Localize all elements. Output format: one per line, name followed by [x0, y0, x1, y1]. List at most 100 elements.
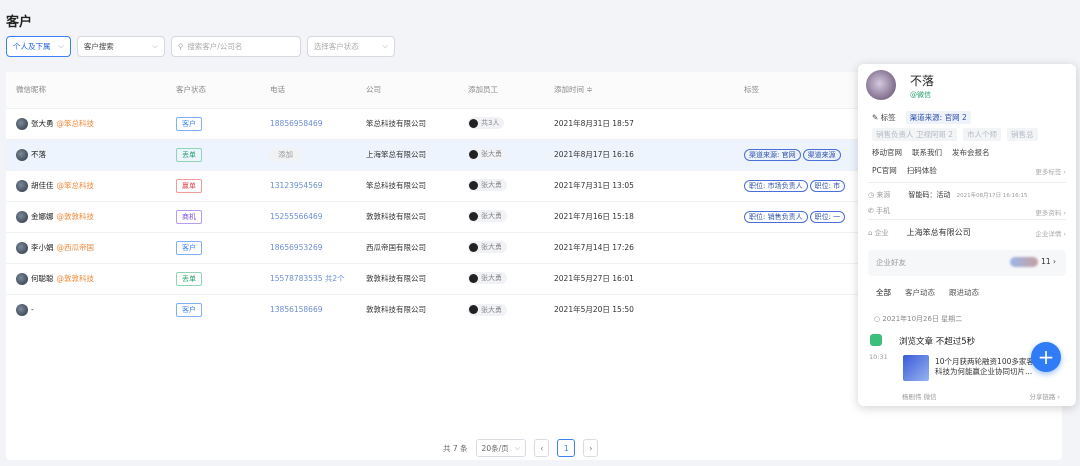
- chevron-down-icon: ⌵: [58, 42, 64, 50]
- company-name: 笨总科技有限公司: [356, 107, 458, 139]
- add-time: 2021年8月31日 18:57: [544, 107, 734, 139]
- avatar: [469, 180, 478, 190]
- chevron-down-icon: ⌵: [514, 443, 521, 452]
- source-value: 智能码：活动: [908, 191, 951, 199]
- add-time: 2021年7月16日 15:18: [544, 200, 734, 232]
- action-chip[interactable]: 移动官网: [872, 147, 902, 158]
- search-placeholder: 搜索客户/公司名: [187, 42, 243, 51]
- status-badge: 客户: [176, 116, 202, 131]
- source-field: ◷ 来源 智能码：活动 2021年08月17日 16:16:15: [868, 190, 1028, 200]
- avatar: [469, 118, 478, 128]
- company-name: 敦敦科技有限公司: [356, 200, 458, 232]
- avatar: [469, 211, 478, 221]
- nick-name: 胡佳佳: [31, 181, 54, 190]
- activity-tabs: 全部 客户动态 跟进动态: [876, 287, 979, 298]
- add-time: 2021年5月20日 15:50: [544, 293, 734, 325]
- company-detail-link[interactable]: 企业详情 ›: [1035, 228, 1066, 238]
- search-icon: ⚲: [177, 42, 184, 51]
- phone-number: 18656953269: [270, 243, 323, 252]
- label-chip[interactable]: 职位: 市: [809, 179, 846, 192]
- label-chip[interactable]: 职位: 一: [809, 210, 846, 223]
- tab-all[interactable]: 全部: [876, 287, 891, 298]
- label-chip[interactable]: 渠道来源: 官网: [744, 148, 801, 161]
- tab-customer-activity[interactable]: 客户动态: [905, 287, 935, 298]
- page-size-label: 20条/页: [481, 443, 509, 453]
- scope-select[interactable]: 个人及下属 ⌵: [6, 36, 71, 57]
- next-page-button[interactable]: ›: [583, 439, 599, 457]
- add-time: 2021年8月17日 16:16: [544, 138, 734, 170]
- action-chip[interactable]: PC官网: [872, 165, 897, 176]
- col-time[interactable]: 添加时间 ≑: [544, 72, 734, 108]
- phone-number: 13856158669: [270, 305, 323, 315]
- staff-name: 张大勇: [481, 150, 502, 159]
- add-button[interactable]: +: [1031, 342, 1061, 372]
- phone-number: 18856958469: [270, 119, 323, 128]
- action-chip[interactable]: 发布会报名: [952, 147, 990, 158]
- company-name: 敦敦科技有限公司: [356, 262, 458, 294]
- page-1-button[interactable]: 1: [557, 439, 576, 457]
- enterprise-friends[interactable]: 企业好友 11 ›: [868, 250, 1066, 276]
- source-time: 2021年08月17日 16:16:15: [956, 193, 1028, 199]
- nick-name: 金娜娜: [31, 212, 54, 221]
- search-type-select[interactable]: 客户搜索 ⌵: [76, 36, 165, 57]
- tag-edit-button[interactable]: ✎ 标签: [872, 112, 896, 123]
- customer-name: 不落: [910, 74, 935, 88]
- blur-tag-row: 销售负责人 卫视阿哥 2 市人个师 销售总: [872, 128, 1038, 141]
- corp-name: @敦敦科技: [56, 274, 95, 283]
- col-nick: 微信昵称: [6, 72, 166, 108]
- tab-followup[interactable]: 跟进动态: [949, 287, 979, 298]
- page-size-select[interactable]: 20条/页 ⌵: [475, 439, 527, 457]
- label-chip[interactable]: 职位: 销售负责人: [744, 210, 808, 223]
- source-key: ◷ 来源: [868, 191, 891, 199]
- action-tag-row-2: PC官网 扫码体验: [872, 165, 937, 176]
- event-user: 杨剧伟 微信: [902, 393, 937, 401]
- add-time: 2021年5月27日 16:01: [544, 262, 734, 294]
- company-name: 笨总科技有限公司: [356, 169, 458, 201]
- search-input[interactable]: ⚲ 搜索客户/公司名: [170, 36, 301, 57]
- filter-bar: 个人及下属 ⌵ 客户搜索 ⌵ ⚲ 搜索客户/公司名 选择客户状态 ⌵: [6, 36, 395, 58]
- staff-name: 张大勇: [481, 274, 502, 283]
- prev-page-button[interactable]: ‹: [534, 439, 550, 457]
- corp-name: @笨总科技: [56, 119, 95, 128]
- company-key: ⌂ 企业: [868, 229, 889, 237]
- phone-number: 13123954569: [270, 181, 323, 190]
- label-chip[interactable]: 渠道来源: [802, 148, 841, 161]
- nick-name: 不落: [31, 150, 46, 159]
- nick-name: 何聪聪: [31, 274, 54, 283]
- company-value: 上海笨总有限公司: [906, 228, 971, 237]
- avatar: [16, 241, 28, 254]
- status-select[interactable]: 选择客户状态 ⌵: [306, 36, 395, 57]
- corp-name: @西瓜帝国: [56, 243, 95, 252]
- divider: [868, 182, 1066, 183]
- company-name: 敦敦科技有限公司: [356, 293, 458, 325]
- label-chip[interactable]: 职位: 市场负责人: [744, 179, 808, 192]
- tag-chip[interactable]: 销售总: [1007, 128, 1038, 141]
- staff-name: 张大勇: [481, 181, 502, 190]
- nick-name: 李小娟: [31, 243, 54, 252]
- pager-total: 共 7 条: [443, 443, 468, 453]
- action-chip[interactable]: 扫码体验: [907, 165, 937, 176]
- wechat-badge: @微信: [910, 91, 931, 99]
- status-badge: 客户: [176, 302, 202, 317]
- tag-chip[interactable]: 市人个师: [963, 128, 1002, 141]
- more-tags-link[interactable]: 更多标签 ›: [1035, 166, 1066, 176]
- share-link[interactable]: 分享链路 ›: [1029, 391, 1060, 401]
- tag-chip[interactable]: 销售负责人 卫视阿哥 2: [872, 128, 958, 141]
- avatar: [16, 179, 28, 192]
- timeline-date: ○ 2021年10月26日 星期二: [874, 315, 963, 323]
- tag-chip[interactable]: 渠道来源: 官网 2: [905, 111, 971, 124]
- chevron-down-icon: ⌵: [382, 42, 388, 50]
- search-type-label: 客户搜索: [83, 42, 114, 51]
- phone-field: ✆ 手机: [868, 206, 890, 216]
- add-time: 2021年7月31日 13:05: [544, 169, 734, 201]
- company-name: 上海笨总有限公司: [356, 138, 458, 170]
- action-chip[interactable]: 联系我们: [912, 147, 942, 158]
- col-staff[interactable]: 添加员工: [458, 72, 544, 108]
- add-phone-button[interactable]: 添加: [270, 148, 301, 161]
- staff-badge: 张大勇: [468, 272, 507, 285]
- staff-name: 张大勇: [481, 305, 502, 314]
- status-badge: 丢单: [176, 271, 202, 286]
- phone-number: 15578783535 共2个: [270, 274, 345, 283]
- avatar: [469, 273, 478, 283]
- more-info-link[interactable]: 更多资料 ›: [1035, 207, 1066, 217]
